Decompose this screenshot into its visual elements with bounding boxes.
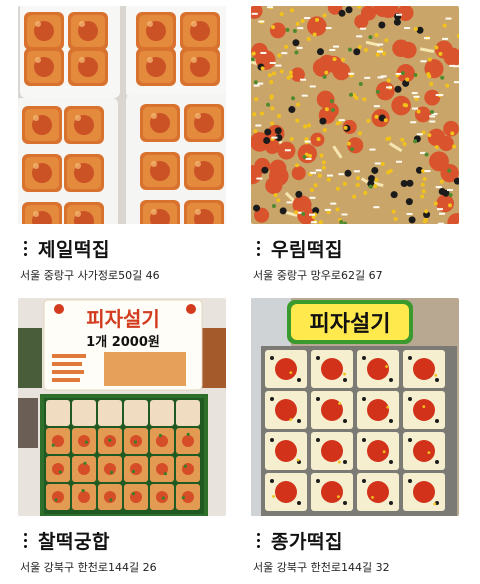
place-address: 서울 강북구 한천로144길 32 [253, 561, 390, 574]
more-options-icon[interactable] [251, 238, 265, 258]
place-name[interactable]: 찰떡궁합 [38, 527, 110, 554]
more-options-icon[interactable] [18, 530, 32, 550]
place-name[interactable]: 제일떡집 [38, 235, 110, 262]
sign-price: 1개 2000원 [86, 335, 160, 350]
place-address: 서울 강북구 한천로144길 26 [20, 561, 157, 574]
place-card-4[interactable]: 피자설기 종가떡집 서울 강북구 한천로144길 32 [251, 298, 459, 575]
sign-title: 피자설기 [86, 307, 160, 331]
place-card-3[interactable]: 피자설기 1개 2000원 찰떡궁합 서울 강북구 한천로144길 26 [18, 298, 226, 575]
place-name[interactable]: 종가떡집 [271, 527, 343, 554]
place-address: 서울 중랑구 사가정로50길 46 [20, 269, 160, 282]
place-photo-2[interactable] [251, 6, 459, 224]
more-options-icon[interactable] [18, 238, 32, 258]
place-grid: 제일떡집 서울 중랑구 사가정로50길 46 우림떡집 서울 중랑구 망우로62… [0, 0, 480, 584]
place-card-1[interactable]: 제일떡집 서울 중랑구 사가정로50길 46 [18, 6, 226, 283]
sign-title: 피자설기 [310, 312, 391, 337]
place-photo-3[interactable]: 피자설기 1개 2000원 [18, 298, 226, 516]
place-photo-1[interactable] [18, 6, 226, 224]
place-address: 서울 중랑구 망우로62길 67 [253, 269, 383, 282]
place-name[interactable]: 우림떡집 [271, 235, 343, 262]
place-card-2[interactable]: 우림떡집 서울 중랑구 망우로62길 67 [251, 6, 459, 283]
place-photo-4[interactable]: 피자설기 [251, 298, 459, 516]
more-options-icon[interactable] [251, 530, 265, 550]
